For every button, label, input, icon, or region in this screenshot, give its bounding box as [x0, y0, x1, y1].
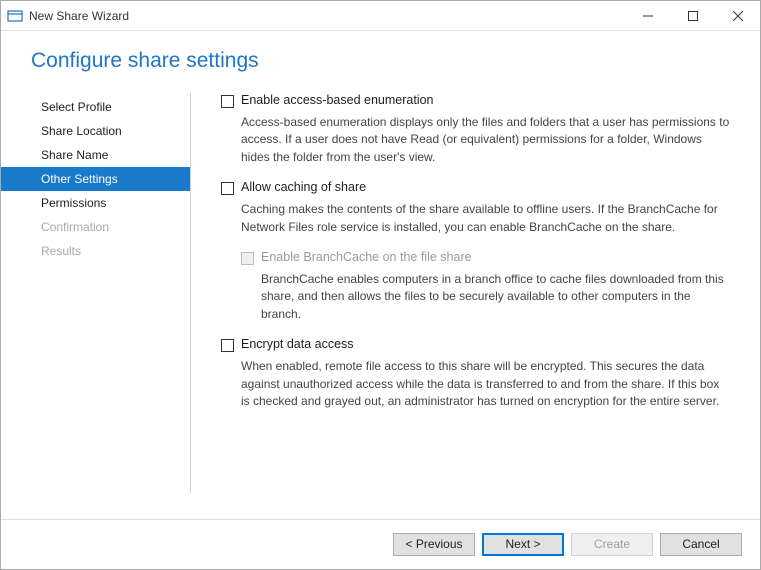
step-share-name[interactable]: Share Name — [1, 143, 191, 167]
step-permissions[interactable]: Permissions — [1, 191, 191, 215]
next-button[interactable]: Next > — [482, 533, 564, 556]
wizard-steps-sidebar: Select Profile Share Location Share Name… — [1, 83, 191, 533]
step-share-location[interactable]: Share Location — [1, 119, 191, 143]
titlebar: New Share Wizard — [1, 1, 760, 31]
step-select-profile[interactable]: Select Profile — [1, 95, 191, 119]
create-button: Create — [571, 533, 653, 556]
checkbox-allow-caching[interactable] — [221, 182, 234, 195]
wizard-footer: < Previous Next > Create Cancel — [1, 519, 760, 569]
label-allow-caching: Allow caching of share — [241, 180, 366, 194]
desc-encrypt: When enabled, remote file access to this… — [221, 355, 730, 424]
desc-branchcache: BranchCache enables computers in a branc… — [241, 268, 730, 337]
label-branchcache: Enable BranchCache on the file share — [261, 250, 472, 264]
label-encrypt: Encrypt data access — [241, 337, 354, 351]
desc-access-based-enumeration: Access-based enumeration displays only t… — [221, 111, 730, 180]
desc-allow-caching: Caching makes the contents of the share … — [221, 198, 730, 250]
step-other-settings[interactable]: Other Settings — [1, 167, 191, 191]
step-results: Results — [1, 239, 191, 263]
step-confirmation: Confirmation — [1, 215, 191, 239]
minimize-button[interactable] — [625, 1, 670, 30]
maximize-button[interactable] — [670, 1, 715, 30]
window-title: New Share Wizard — [29, 9, 625, 23]
checkbox-encrypt[interactable] — [221, 339, 234, 352]
previous-button[interactable]: < Previous — [393, 533, 475, 556]
settings-content: Enable access-based enumeration Access-b… — [191, 83, 740, 533]
close-button[interactable] — [715, 1, 760, 30]
cancel-button[interactable]: Cancel — [660, 533, 742, 556]
page-heading: Configure share settings — [1, 31, 760, 83]
checkbox-access-based-enumeration[interactable] — [221, 95, 234, 108]
label-access-based-enumeration: Enable access-based enumeration — [241, 93, 433, 107]
checkbox-branchcache — [241, 252, 254, 265]
app-icon — [7, 8, 23, 24]
